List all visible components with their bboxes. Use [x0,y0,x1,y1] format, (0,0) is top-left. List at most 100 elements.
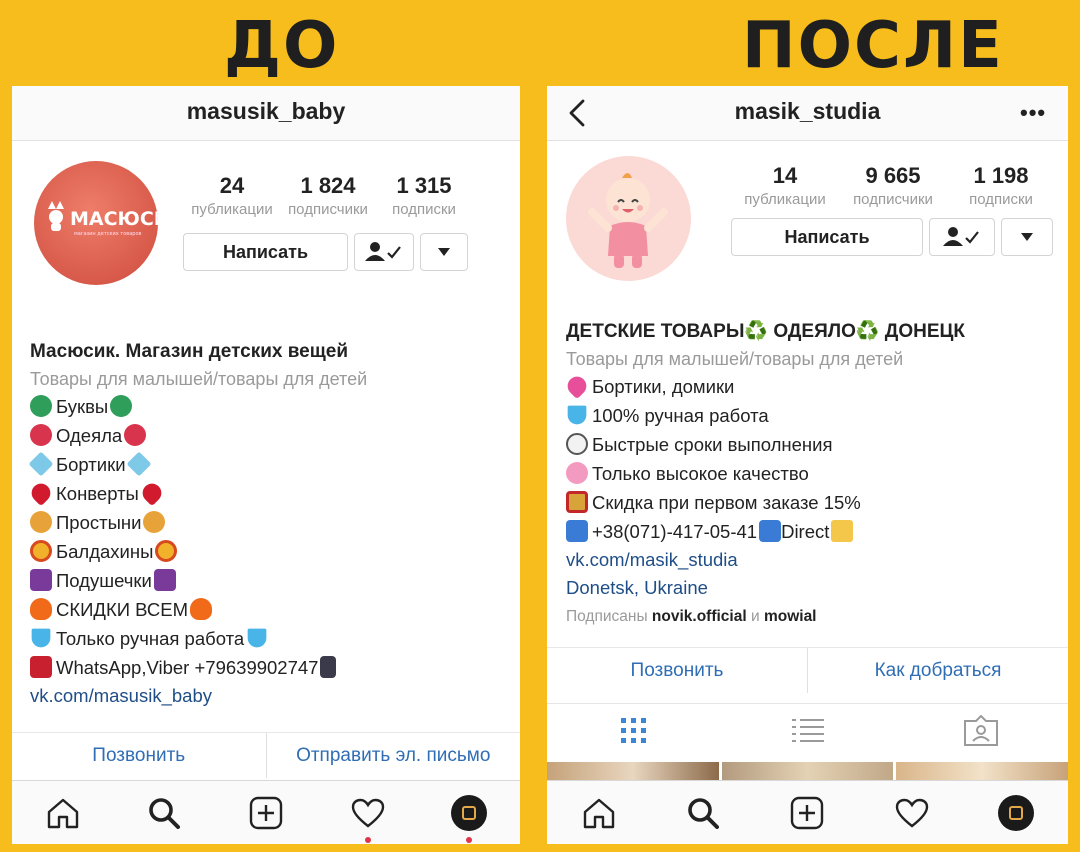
message-button[interactable]: Написать [731,218,923,256]
search-icon[interactable] [144,793,184,833]
call-button[interactable]: Позвонить [547,648,808,693]
bio-line-text: +38(071)-417-05-41 [592,521,758,542]
bio-line-text: Бортики, домики [592,376,735,397]
home-icon[interactable] [43,793,83,833]
cherry-blossom-icon [566,462,588,484]
activity-heart-icon[interactable] [892,793,932,833]
bio-link[interactable]: vk.com/masik_studia [566,546,1061,574]
followed-by-user: novik.official [651,608,747,625]
followed-by-user: mowial [763,608,817,625]
stat-followers-label: подписчики [853,191,933,208]
message-button[interactable]: Написать [183,233,348,271]
location-link[interactable]: Donetsk, Ukraine [566,574,1061,602]
bio-line: Простыни [30,508,510,537]
stat-followers[interactable]: 9 665 подписчики [839,162,947,210]
bio-link[interactable]: vk.com/masusik_baby [30,682,510,710]
avatar[interactable] [566,156,691,281]
bio-line-text: Буквы [56,396,109,417]
bio: Масюсик. Магазин детских вещей Товары дл… [27,338,510,710]
tagged-person-icon [964,715,999,746]
chevron-down-icon [1021,233,1033,241]
home-icon[interactable] [579,793,619,833]
bio-line: Балдахины [30,537,510,566]
more-options-icon[interactable]: ••• [1020,100,1050,126]
bio-line-text: Только ручная работа [56,628,245,649]
tab-list[interactable] [721,704,895,758]
top-bar: masusik_baby [12,86,520,141]
followed-by-prefix: Подписаны [566,608,648,625]
notification-dot [364,836,371,843]
profile-tabs [547,703,1068,758]
following-button[interactable] [354,233,414,271]
top-bar: masik_studia ••• [547,86,1068,141]
bio-line-text: Быстрые сроки выполнения [592,434,833,455]
profile-stats: 14 публикации 9 665 подписчики 1 198 под… [731,162,1055,210]
bio-title: Масюсик. Магазин детских вещей [30,341,349,362]
tab-grid[interactable] [547,704,721,758]
stat-following[interactable]: 1 315 подписки [376,172,472,220]
bio: ДЕТСКИЕ ТОВАРЫ♻️ ОДЕЯЛО♻️ ДОНЕЦК Товары … [563,318,1061,632]
call-button[interactable]: Позвонить [12,733,267,778]
moon-icon [153,569,176,591]
bio-line: WhatsApp,Viber +79639902747 [30,653,510,682]
bottom-nav [12,780,520,844]
followed-by[interactable]: Подписаны novik.official и mowial [566,602,1061,632]
sparkling-heart-icon [563,372,591,400]
flower-icon [30,424,52,446]
stat-following[interactable]: 1 198 подписки [947,162,1055,210]
bio-line-text: Подушечки [56,570,152,591]
moon-icon [30,569,52,591]
fire-icon [30,598,52,620]
gift-icon [566,491,588,513]
avatar[interactable]: МАСЮСИК магазин детских товаров [34,161,158,285]
bio-line: Бортики, домики [563,372,1061,401]
dharma-wheel-icon [155,540,178,562]
profile-tab-icon[interactable] [449,793,489,843]
email-button[interactable]: Отправить эл. письмо [267,733,521,778]
bio-line: 100% ручная работа [566,401,1061,430]
clock-icon [566,433,588,455]
stat-posts[interactable]: 24 публикации [184,172,280,220]
heart-icon [27,479,55,507]
activity-heart-icon[interactable] [348,793,388,843]
bio-line-text: Direct [781,521,830,542]
fire-icon [190,598,213,620]
bio-category: Товары для малышей/товары для детей [30,369,368,389]
tab-tagged[interactable] [894,704,1068,758]
gem-icon [31,628,51,648]
bio-line: Бортики [28,450,510,479]
heart-icon [138,479,166,507]
bio-line: Скидка при первом заказе 15% [566,488,1061,517]
stat-posts-count: 14 [772,163,798,188]
stat-posts[interactable]: 14 публикации [731,162,839,210]
bio-line: Одеяла [30,421,510,450]
heading-before: ДО [224,9,340,83]
suggestions-dropdown-button[interactable] [420,233,468,271]
bio-line-text: Бортики [56,454,126,475]
directions-button[interactable]: Как добраться [808,648,1068,693]
suggestions-dropdown-button[interactable] [1001,218,1053,256]
bio-line: Только высокое качество [566,459,1061,488]
stat-followers-count: 1 824 [300,173,356,198]
arrow-down-left-icon [759,520,782,542]
bio-line-text: Простыни [56,512,142,533]
add-post-icon[interactable] [787,793,827,833]
bio-line: +38(071)-417-05-41 Direct [566,517,1061,546]
following-button[interactable] [929,218,995,256]
profile-tab-icon[interactable] [996,793,1036,833]
bouquet-icon [143,511,166,533]
chevron-down-icon [438,248,450,256]
flower-icon [124,424,147,446]
stat-followers-label: подписчики [288,201,368,218]
list-icon [791,719,824,742]
search-icon[interactable] [683,793,723,833]
add-post-icon[interactable] [246,793,286,833]
stat-followers[interactable]: 1 824 подписчики [280,172,376,220]
dharma-wheel-icon [30,540,52,562]
stat-posts-label: публикации [191,201,273,218]
bio-line: Только ручная работа [30,624,510,653]
bio-line-text: Только высокое качество [592,463,809,484]
mobile-phone-icon [320,656,337,678]
telephone-icon [30,656,52,678]
person-check-icon [365,242,401,261]
